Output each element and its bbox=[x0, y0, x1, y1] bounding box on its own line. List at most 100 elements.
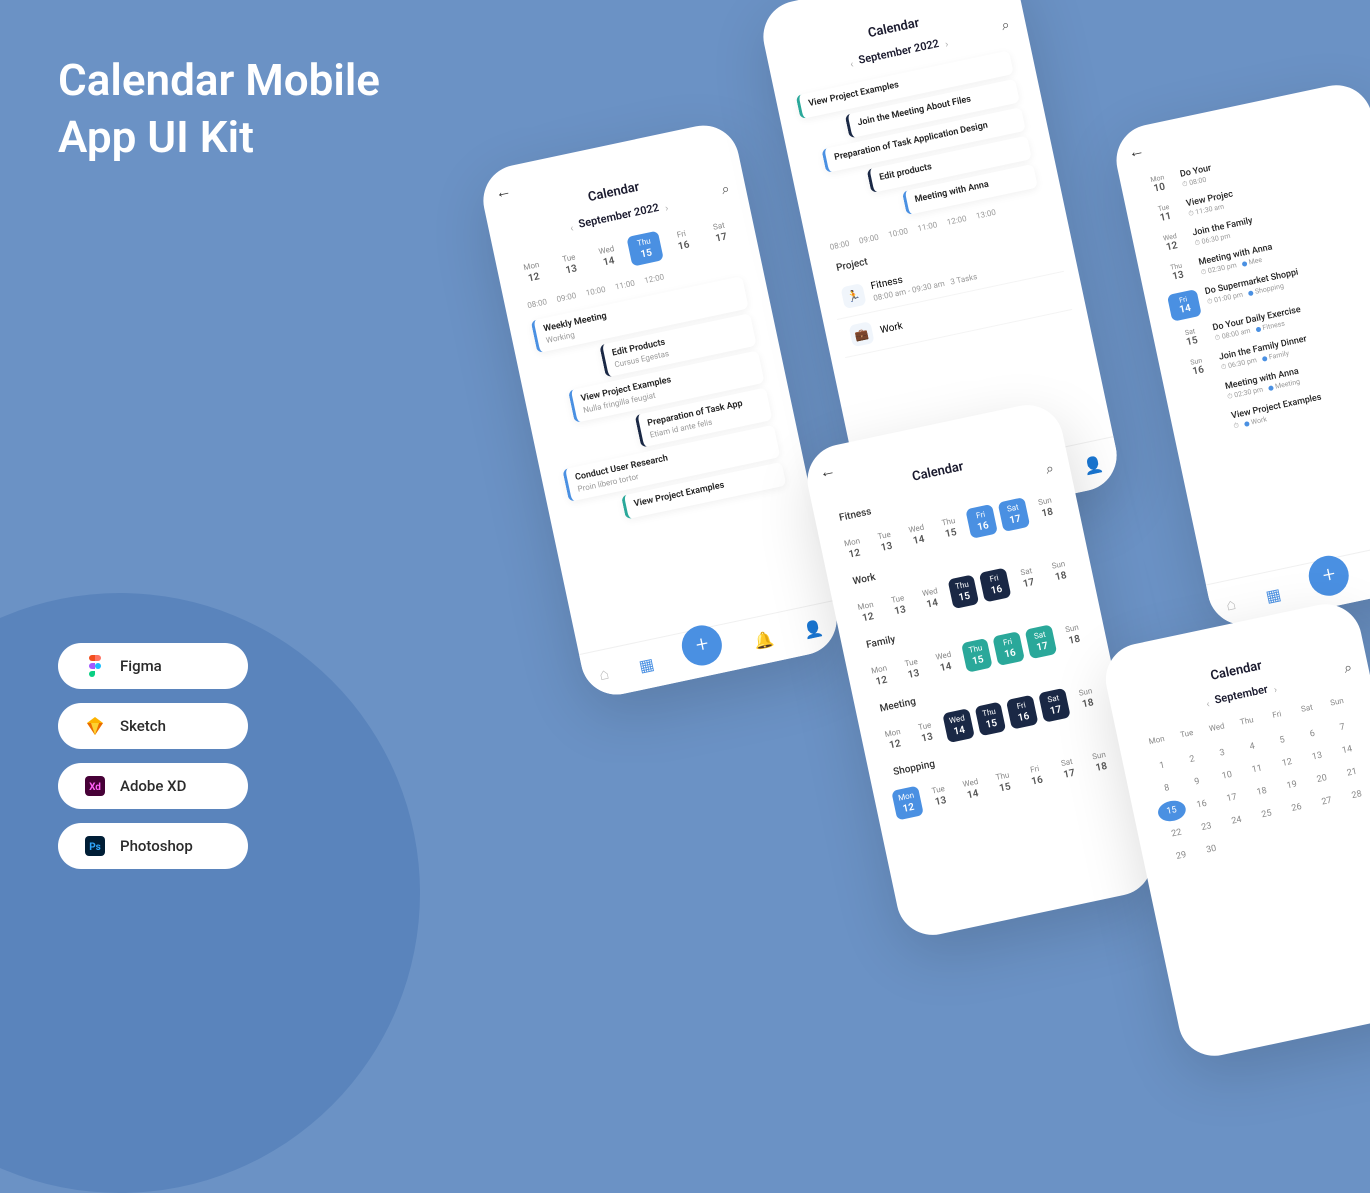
calendar-day[interactable]: 11 bbox=[1241, 757, 1272, 782]
day-cell[interactable]: Mon12 bbox=[864, 658, 897, 693]
day-cell[interactable]: Thu15 bbox=[961, 638, 994, 673]
day-cell[interactable]: Wed14 bbox=[589, 238, 627, 274]
calendar-day[interactable]: 8 bbox=[1151, 776, 1182, 801]
chevron-left-icon[interactable]: ‹ bbox=[849, 59, 854, 70]
bottom-nav: ⌂ ▦ + 🔔 👤 bbox=[579, 600, 843, 701]
calendar-day[interactable]: 1 bbox=[1147, 753, 1178, 778]
calendar-icon[interactable]: ▦ bbox=[1264, 584, 1283, 606]
calendar-day[interactable]: 29 bbox=[1166, 843, 1197, 868]
chevron-right-icon[interactable]: › bbox=[944, 39, 949, 50]
calendar-day[interactable]: 10 bbox=[1211, 763, 1242, 788]
day-cell[interactable]: Fri16 bbox=[966, 504, 999, 539]
phone-mockup-month: Calendar ⌕ ‹September› MonTueWedThuFriSa… bbox=[1099, 598, 1370, 1063]
back-icon[interactable]: ← bbox=[493, 180, 513, 203]
day-cell[interactable]: Fri16 bbox=[664, 223, 702, 259]
day-cell[interactable]: Sun18 bbox=[1071, 681, 1104, 716]
calendar-day[interactable]: 16 bbox=[1186, 792, 1217, 817]
user-icon[interactable]: 👤 bbox=[1082, 454, 1105, 477]
day-cell[interactable]: Fri16 bbox=[993, 631, 1026, 666]
calendar-day[interactable]: 25 bbox=[1251, 802, 1282, 827]
calendar-day[interactable]: 26 bbox=[1281, 795, 1312, 820]
day-cell[interactable]: Sun18 bbox=[1044, 554, 1077, 589]
calendar-day[interactable]: 21 bbox=[1336, 760, 1367, 785]
figma-icon bbox=[84, 655, 106, 677]
pill-label: Sketch bbox=[120, 717, 166, 735]
calendar-day[interactable]: 18 bbox=[1246, 779, 1277, 804]
day-cell[interactable]: Mon12 bbox=[878, 722, 911, 757]
calendar-day[interactable]: 13 bbox=[1302, 744, 1333, 769]
day-cell[interactable]: Thu15 bbox=[988, 765, 1021, 800]
add-fab[interactable]: + bbox=[678, 621, 725, 668]
chevron-left-icon[interactable]: ‹ bbox=[569, 223, 574, 234]
day-cell[interactable]: Fri16 bbox=[1006, 695, 1039, 730]
day-cell[interactable]: Mon12 bbox=[851, 595, 884, 630]
calendar-day[interactable]: 30 bbox=[1196, 837, 1227, 862]
day-cell[interactable]: Tue13 bbox=[869, 524, 902, 559]
fitness-icon: 🏃 bbox=[840, 283, 866, 309]
calendar-day[interactable]: 12 bbox=[1272, 750, 1303, 775]
day-cell[interactable]: Thu15 bbox=[947, 574, 980, 609]
calendar-day[interactable]: 28 bbox=[1341, 783, 1370, 808]
pill-label: Figma bbox=[120, 657, 162, 675]
pill-ps: Ps Photoshop bbox=[58, 823, 248, 869]
calendar-day[interactable]: 7 bbox=[1327, 715, 1358, 740]
home-icon[interactable]: ⌂ bbox=[1224, 593, 1238, 615]
calendar-day[interactable]: 15 bbox=[1156, 798, 1187, 823]
day-cell[interactable]: Tue13 bbox=[923, 779, 956, 814]
day-cell[interactable]: Wed14 bbox=[942, 708, 975, 743]
calendar-day[interactable]: 6 bbox=[1297, 721, 1328, 746]
calendar-day[interactable]: 5 bbox=[1267, 728, 1298, 753]
day-cell[interactable]: Sat17 bbox=[1025, 624, 1058, 659]
calendar-day[interactable]: 9 bbox=[1181, 769, 1212, 794]
day-cell[interactable]: Thu15 bbox=[934, 511, 967, 546]
day-cell[interactable]: Tue13 bbox=[910, 715, 943, 750]
day-cell[interactable]: Sat17 bbox=[998, 497, 1031, 532]
day-cell[interactable]: Sun18 bbox=[1084, 745, 1117, 780]
day-cell[interactable]: Tue13 bbox=[551, 246, 589, 282]
bell-icon[interactable]: 🔔 bbox=[752, 629, 775, 652]
day-cell[interactable]: Mon12 bbox=[514, 254, 552, 290]
day-cell[interactable]: Tue13 bbox=[883, 588, 916, 623]
chevron-right-icon[interactable]: › bbox=[664, 203, 669, 214]
chevron-right-icon[interactable]: › bbox=[1273, 685, 1278, 696]
day-cell[interactable]: Fri16 bbox=[1020, 758, 1053, 793]
pill-figma: Figma bbox=[58, 643, 248, 689]
day-cell[interactable]: Thu15 bbox=[974, 701, 1007, 736]
day-cell[interactable]: Mon12 bbox=[837, 531, 870, 566]
work-icon: 💼 bbox=[849, 321, 875, 347]
day-cell[interactable]: Mon12 bbox=[891, 786, 924, 821]
tool-pills: Figma Sketch Xd Adobe XD Ps Photoshop bbox=[58, 643, 248, 869]
day-cell[interactable]: Tue13 bbox=[896, 652, 929, 687]
calendar-day[interactable]: 3 bbox=[1207, 741, 1238, 766]
calendar-day[interactable]: 23 bbox=[1191, 814, 1222, 839]
day-cell[interactable]: Fri16 bbox=[979, 567, 1012, 602]
calendar-day[interactable]: 24 bbox=[1221, 808, 1252, 833]
day-cell[interactable]: Sat17 bbox=[1011, 561, 1044, 596]
day-cell[interactable]: Sat17 bbox=[701, 215, 739, 251]
calendar-day[interactable]: 20 bbox=[1306, 766, 1337, 791]
day-cell[interactable]: Wed14 bbox=[901, 518, 934, 553]
xd-icon: Xd bbox=[84, 775, 106, 797]
chevron-left-icon[interactable]: ‹ bbox=[1205, 699, 1210, 710]
home-icon[interactable]: ⌂ bbox=[597, 663, 611, 685]
day-cell[interactable]: Sat17 bbox=[1038, 688, 1071, 723]
day-cell[interactable]: Sun18 bbox=[1030, 490, 1063, 525]
day-cell[interactable]: Wed14 bbox=[928, 645, 961, 680]
calendar-day[interactable]: 22 bbox=[1161, 821, 1192, 846]
calendar-day[interactable]: 14 bbox=[1332, 738, 1363, 763]
phone-mockup-agenda: ← Mon10Do Your⏱ 08:00 Tue11View Projec⏱ … bbox=[1110, 79, 1370, 632]
day-cell[interactable]: Wed14 bbox=[956, 772, 989, 807]
day-cell-active[interactable]: Thu15 bbox=[626, 231, 664, 267]
add-fab[interactable]: + bbox=[1305, 551, 1352, 598]
calendar-day[interactable]: 4 bbox=[1237, 734, 1268, 759]
user-icon[interactable]: 👤 bbox=[802, 618, 825, 641]
day-cell[interactable]: Wed14 bbox=[915, 581, 948, 616]
back-icon[interactable]: ← bbox=[817, 460, 837, 483]
day-cell[interactable]: Sun18 bbox=[1057, 617, 1090, 652]
calendar-day[interactable]: 2 bbox=[1177, 747, 1208, 772]
calendar-icon[interactable]: ▦ bbox=[637, 654, 656, 676]
calendar-day[interactable]: 17 bbox=[1216, 786, 1247, 811]
day-cell[interactable]: Sat17 bbox=[1052, 751, 1085, 786]
calendar-day[interactable]: 27 bbox=[1311, 789, 1342, 814]
calendar-day[interactable]: 19 bbox=[1276, 773, 1307, 798]
